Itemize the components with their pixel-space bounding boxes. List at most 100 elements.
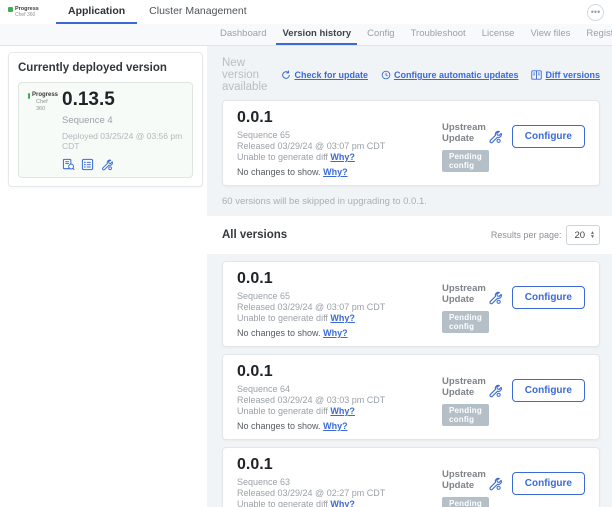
currently-deployed-card: Currently deployed version Progress Chef… (8, 52, 203, 187)
diff-why-link[interactable]: Why? (330, 152, 355, 162)
version-type: Upstream Update (442, 469, 487, 491)
version-changes-note: No changes to show. Why? (237, 421, 442, 432)
configure-button[interactable]: Configure (512, 125, 585, 148)
edit-config-icon[interactable] (487, 290, 502, 305)
subnav-version-history[interactable]: Version history (276, 24, 357, 45)
brand-logo-icon (28, 93, 30, 99)
diff-why-link[interactable]: Why? (330, 313, 355, 323)
configure-button[interactable]: Configure (512, 379, 585, 402)
version-diff-note: Unable to generate diff Why? (237, 152, 442, 163)
version-sequence: Sequence 65 (237, 291, 442, 302)
version-sequence: Sequence 64 (237, 384, 442, 395)
version-number: 0.0.1 (237, 456, 442, 474)
changes-why-link[interactable]: Why? (323, 167, 348, 177)
configure-button[interactable]: Configure (512, 286, 585, 309)
results-per-page-select[interactable]: 20 ▲▼ (566, 225, 600, 245)
all-versions-header: All versions Results per page: 20 ▲▼ (207, 216, 612, 254)
diff-preview-icon[interactable] (62, 158, 75, 171)
diff-why-link[interactable]: Why? (330, 499, 355, 507)
subnav-view-files[interactable]: View files (524, 24, 576, 45)
diff-why-link[interactable]: Why? (330, 406, 355, 416)
page-content: Currently deployed version Progress Chef… (0, 46, 612, 507)
deployed-version-card: Progress Chef 360 0.13.5 Sequence 4 Depl… (18, 82, 193, 178)
diff-versions-link[interactable]: Diff versions (531, 70, 600, 80)
edit-config-icon[interactable] (487, 129, 502, 144)
admin-console: Progress Chef 360 Application Cluster Ma… (0, 0, 612, 507)
diff-text: Unable to generate diff (237, 152, 328, 162)
new-version-heading: New version available (222, 57, 281, 93)
deployed-actions (62, 158, 183, 171)
diff-text: Unable to generate diff (237, 406, 328, 416)
version-history-main: New version available Check for update C… (207, 46, 612, 507)
version-row: 0.0.1 Sequence 64 Released 03/29/24 @ 03… (222, 354, 600, 440)
results-per-page-label: Results per page: (491, 230, 562, 240)
version-list: 0.0.1 Sequence 65 Released 03/29/24 @ 03… (207, 254, 612, 507)
release-notes-icon[interactable] (81, 158, 94, 171)
version-diff-note: Unable to generate diff Why? (237, 499, 442, 507)
top-nav-spacer (259, 0, 587, 24)
tab-cluster-management[interactable]: Cluster Management (137, 0, 258, 24)
subnav-dashboard[interactable]: Dashboard (214, 24, 272, 45)
deployed-app-logo: Progress Chef 360 (28, 90, 58, 171)
diff-text: Unable to generate diff (237, 499, 328, 507)
version-released: Released 03/29/24 @ 03:07 pm CDT (237, 302, 442, 313)
deployed-title: Currently deployed version (18, 62, 193, 74)
configure-automatic-updates-link[interactable]: Configure automatic updates (381, 70, 519, 80)
app-logo: Progress Chef 360 (8, 0, 42, 24)
version-number: 0.0.1 (237, 270, 442, 288)
version-number: 0.0.1 (237, 363, 442, 381)
changes-text: No changes to show. (237, 421, 321, 431)
version-released: Released 03/29/24 @ 03:07 pm CDT (237, 141, 442, 152)
subnav-registry-settings[interactable]: Registry settings (580, 24, 612, 45)
sub-nav: Dashboard Version history Config Trouble… (0, 24, 612, 46)
new-version-card: 0.0.1 Sequence 65 Released 03/29/24 @ 03… (222, 100, 600, 186)
version-type: Upstream Update (442, 283, 487, 305)
brand-product: Chef 360 (28, 99, 58, 113)
edit-config-icon[interactable] (487, 383, 502, 398)
schedule-icon (381, 70, 391, 80)
version-diff-note: Unable to generate diff Why? (237, 406, 442, 417)
changes-why-link[interactable]: Why? (323, 421, 348, 431)
version-changes-note: No changes to show. Why? (237, 328, 442, 339)
new-version-header: New version available Check for update C… (222, 57, 600, 93)
check-for-update-link[interactable]: Check for update (281, 70, 368, 80)
brand-name: Progress (32, 92, 58, 99)
subnav-config[interactable]: Config (361, 24, 400, 45)
deployed-version-number: 0.13.5 (62, 90, 183, 110)
version-released: Released 03/29/24 @ 03:03 pm CDT (237, 395, 442, 406)
brand-logo-icon (8, 7, 13, 12)
version-changes-note: No changes to show. Why? (237, 167, 442, 178)
deployed-timestamp: Deployed 03/25/24 @ 03:56 pm CDT (62, 131, 183, 151)
status-badge: Pending config (442, 497, 489, 507)
top-nav: Progress Chef 360 Application Cluster Ma… (0, 0, 612, 24)
brand-product: Chef 360 (8, 12, 42, 18)
diff-text: Unable to generate diff (237, 313, 328, 323)
overflow-menu-icon[interactable]: ••• (587, 4, 604, 21)
version-diff-note: Unable to generate diff Why? (237, 313, 442, 324)
results-per-page-value: 20 (574, 230, 585, 241)
version-sequence: Sequence 65 (237, 130, 442, 141)
status-badge: Pending config (442, 150, 489, 172)
edit-config-icon[interactable] (487, 476, 502, 491)
deployed-column: Currently deployed version Progress Chef… (0, 46, 207, 507)
refresh-icon (281, 70, 291, 80)
changes-text: No changes to show. (237, 167, 321, 177)
version-type: Upstream Update (442, 376, 487, 398)
all-versions-heading: All versions (222, 229, 287, 241)
results-per-page: Results per page: 20 ▲▼ (491, 225, 600, 245)
tab-application[interactable]: Application (56, 0, 137, 24)
changes-text: No changes to show. (237, 328, 321, 338)
diff-icon (531, 70, 542, 80)
subnav-troubleshoot[interactable]: Troubleshoot (405, 24, 472, 45)
deployed-sequence: Sequence 4 (62, 115, 183, 126)
stepper-arrows-icon[interactable]: ▲▼ (590, 231, 595, 239)
edit-config-icon[interactable] (100, 158, 113, 171)
configure-button[interactable]: Configure (512, 472, 585, 495)
version-released: Released 03/29/24 @ 02:27 pm CDT (237, 488, 442, 499)
subnav-license[interactable]: License (476, 24, 521, 45)
version-row: 0.0.1 Sequence 63 Released 03/29/24 @ 02… (222, 447, 600, 507)
version-number: 0.0.1 (237, 109, 442, 127)
changes-why-link[interactable]: Why? (323, 328, 348, 338)
version-row: 0.0.1 Sequence 65 Released 03/29/24 @ 03… (222, 261, 600, 347)
update-actions: Check for update Configure automatic upd… (281, 70, 600, 80)
